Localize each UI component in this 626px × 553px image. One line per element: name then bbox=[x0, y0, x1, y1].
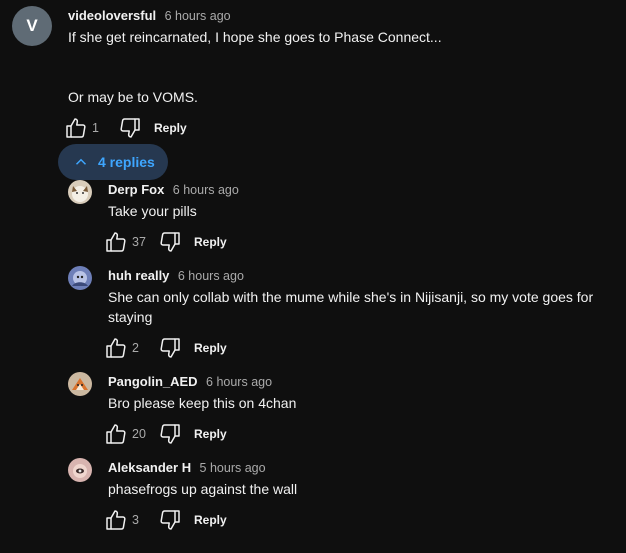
reply-actions: 37 Reply bbox=[104, 230, 227, 254]
like-count: 20 bbox=[132, 427, 146, 441]
reply-button[interactable]: Reply bbox=[194, 427, 227, 441]
reply-text-line2: staying bbox=[108, 309, 153, 325]
dislike-icon[interactable] bbox=[158, 336, 182, 360]
like-icon[interactable] bbox=[104, 508, 128, 532]
avatar-letter: V bbox=[26, 16, 38, 35]
reply-time[interactable]: 5 hours ago bbox=[200, 461, 266, 475]
comment-text-line1: If she get reincarnated, I hope she goes… bbox=[68, 29, 442, 45]
reply-time[interactable]: 6 hours ago bbox=[178, 269, 244, 283]
comment-author[interactable]: videoloversful bbox=[68, 8, 156, 23]
comment-text-line2: Or may be to VOMS. bbox=[68, 89, 198, 105]
like-icon[interactable] bbox=[104, 422, 128, 446]
reply-author[interactable]: Pangolin_AED bbox=[108, 374, 198, 389]
dislike-icon[interactable] bbox=[158, 422, 182, 446]
reply-button[interactable]: Reply bbox=[194, 513, 227, 527]
replies-toggle-button[interactable]: 4 replies bbox=[58, 144, 168, 180]
reply-button[interactable]: Reply bbox=[154, 121, 187, 135]
like-count: 1 bbox=[92, 121, 99, 135]
like-count: 2 bbox=[132, 341, 139, 355]
like-count: 3 bbox=[132, 513, 139, 527]
reply-header: huh really 6 hours ago bbox=[108, 267, 244, 285]
dislike-icon[interactable] bbox=[118, 116, 142, 140]
like-count: 37 bbox=[132, 235, 146, 249]
avatar[interactable] bbox=[68, 266, 92, 290]
reply-actions: 3 Reply bbox=[104, 508, 227, 532]
reply-header: Aleksander H 5 hours ago bbox=[108, 459, 266, 477]
dislike-icon[interactable] bbox=[158, 230, 182, 254]
like-icon[interactable] bbox=[64, 116, 88, 140]
replies-toggle-label: 4 replies bbox=[98, 154, 155, 170]
avatar[interactable] bbox=[68, 458, 92, 482]
avatar[interactable] bbox=[68, 372, 92, 396]
avatar[interactable] bbox=[68, 180, 92, 204]
comment-time[interactable]: 6 hours ago bbox=[165, 9, 231, 23]
like-icon[interactable] bbox=[104, 230, 128, 254]
reply-text: phasefrogs up against the wall bbox=[108, 481, 298, 497]
reply-text: Take your pills bbox=[108, 203, 197, 219]
reply-time[interactable]: 6 hours ago bbox=[206, 375, 272, 389]
comment-actions: 1 Reply bbox=[64, 116, 187, 140]
reply-time[interactable]: 6 hours ago bbox=[173, 183, 239, 197]
reply-actions: 20 Reply bbox=[104, 422, 227, 446]
dislike-icon[interactable] bbox=[158, 508, 182, 532]
reply-button[interactable]: Reply bbox=[194, 235, 227, 249]
reply-author[interactable]: huh really bbox=[108, 268, 169, 283]
reply-button[interactable]: Reply bbox=[194, 341, 227, 355]
avatar[interactable]: V bbox=[12, 6, 52, 46]
chevron-up-icon bbox=[72, 153, 90, 171]
reply-author[interactable]: Aleksander H bbox=[108, 460, 191, 475]
reply-text: Bro please keep this on 4chan bbox=[108, 395, 297, 411]
reply-header: Derp Fox 6 hours ago bbox=[108, 181, 239, 199]
reply-actions: 2 Reply bbox=[104, 336, 227, 360]
reply-header: Pangolin_AED 6 hours ago bbox=[108, 373, 272, 391]
like-icon[interactable] bbox=[104, 336, 128, 360]
reply-text-line1: She can only collab with the mume while … bbox=[108, 289, 594, 305]
comment-header: videoloversful 6 hours ago bbox=[68, 7, 231, 25]
reply-author[interactable]: Derp Fox bbox=[108, 182, 164, 197]
